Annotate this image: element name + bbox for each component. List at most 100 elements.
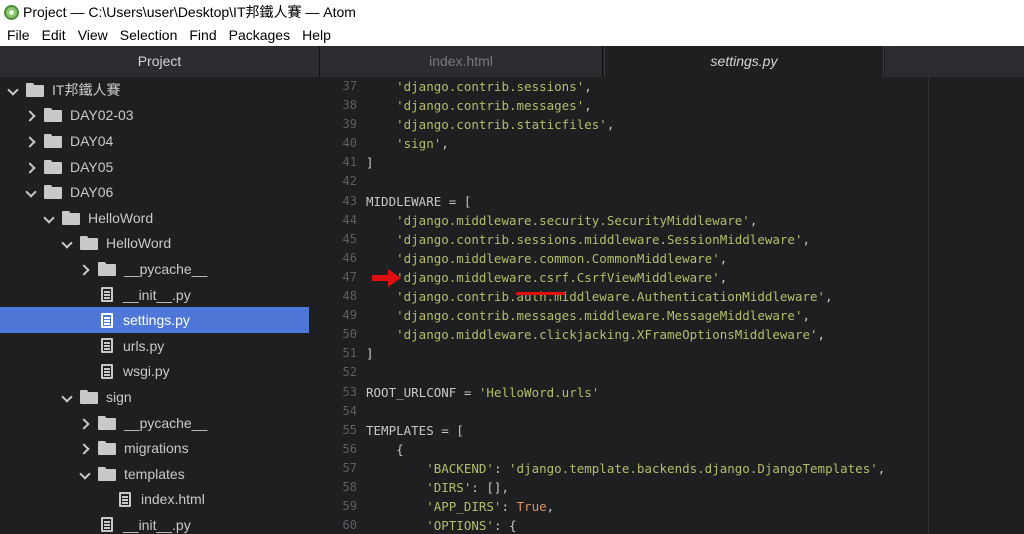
folder-icon [44, 185, 62, 200]
code-line[interactable]: ] [366, 153, 885, 172]
code-line[interactable]: 'django.middleware.clickjacking.XFrameOp… [366, 325, 885, 344]
string-token: 'sign' [366, 136, 442, 152]
chevron-down-icon[interactable] [80, 469, 90, 479]
atom-app-icon [4, 4, 19, 20]
tree-folder-item[interactable]: migrations [0, 435, 320, 461]
plain-token: { [366, 441, 404, 457]
code-line[interactable]: ROOT_URLCONF = 'HelloWord.urls' [366, 383, 885, 402]
chevron-right-icon[interactable] [80, 418, 90, 428]
chevron-down-icon[interactable] [62, 238, 72, 248]
tree-folder-item[interactable]: HelloWord [0, 205, 320, 231]
tree-folder-item[interactable]: DAY04 [0, 128, 320, 154]
code-line[interactable]: 'django.middleware.security.SecurityMidd… [366, 211, 885, 230]
tree-folder-item[interactable]: HelloWord [0, 231, 320, 257]
menu-edit[interactable]: Edit [36, 24, 72, 46]
code-line[interactable]: 'django.contrib.sessions.middleware.Sess… [366, 230, 885, 249]
tree-folder-item[interactable]: IT邦鐵人賽 [0, 77, 320, 103]
code-line[interactable]: 'django.contrib.messages', [366, 96, 885, 115]
code-content[interactable]: 'django.contrib.sessions', 'django.contr… [366, 77, 885, 534]
menu-find[interactable]: Find [183, 24, 222, 46]
chevron-down-icon[interactable] [44, 213, 54, 223]
tree-item-label: HelloWord [106, 235, 172, 252]
chevron-right-icon[interactable] [80, 443, 90, 453]
code-line[interactable]: TEMPLATES = [ [366, 421, 885, 440]
code-line[interactable]: 'BACKEND': 'django.template.backends.dja… [366, 459, 885, 478]
line-number: 49 [342, 308, 357, 323]
folder-icon [44, 133, 62, 148]
tree-file-item[interactable]: __init__.py [0, 282, 320, 308]
tree-folder-item[interactable]: DAY06 [0, 179, 320, 205]
folder-icon [98, 261, 116, 276]
code-line[interactable] [366, 172, 885, 191]
tree-item-label: HelloWord [88, 209, 154, 226]
code-line[interactable]: 'django.contrib.staticfiles', [366, 115, 885, 134]
tree-folder-item[interactable]: DAY05 [0, 154, 320, 180]
menu-help[interactable]: Help [296, 24, 337, 46]
line-number: 43 [342, 193, 357, 208]
string-token: 'DIRS' [366, 479, 472, 495]
tree-file-item[interactable]: wsgi.py [0, 359, 320, 385]
file-text-icon [101, 312, 113, 328]
code-line[interactable]: ] [366, 344, 885, 363]
menu-packages[interactable]: Packages [223, 24, 296, 46]
chevron-down-icon[interactable] [8, 85, 18, 95]
tree-item-label: DAY02-03 [70, 107, 134, 124]
line-number: 51 [342, 346, 357, 361]
line-number: 37 [342, 79, 357, 93]
tree-view-panel: Project IT邦鐵人賽 DAY02-03 DAY04 DAY05 DAY06 Hel… [0, 46, 320, 534]
folder-icon [44, 159, 62, 174]
tree-file-item[interactable]: index.html [0, 487, 320, 513]
code-line[interactable] [366, 402, 885, 421]
plain-token: : [], [471, 479, 509, 495]
tree-item-label: index.html [141, 491, 205, 508]
code-editor[interactable]: 37 38 39 40 41 42 43 44 45 46 47 48 49 50 51 52 53 54 55 56… [320, 77, 1024, 534]
chevron-right-icon[interactable] [26, 162, 36, 172]
code-line[interactable]: 'DIRS': [], [366, 478, 885, 497]
code-line[interactable]: 'django.contrib.sessions', [366, 77, 885, 96]
project-panel-header[interactable]: Project [0, 46, 320, 77]
code-line[interactable]: 'sign', [366, 134, 885, 153]
tree-file-item[interactable]: __init__.py [0, 512, 320, 534]
code-line[interactable]: 'django.contrib.auth.middleware.Authenti… [366, 287, 885, 306]
plain-token: , [441, 136, 449, 152]
tree-folder-item[interactable]: templates [0, 461, 320, 487]
tab-settings-py[interactable]: settings.py [604, 46, 884, 77]
line-number: 50 [342, 327, 357, 342]
line-number-gutter: 37 38 39 40 41 42 43 44 45 46 47 48 49 50 51 52 53 54 55 56… [320, 77, 357, 534]
tree-folder-item[interactable]: __pycache__ [0, 410, 320, 436]
tab-index-html[interactable]: index.html [320, 46, 603, 77]
code-line[interactable]: 'django.middleware.csrf.CsrfViewMiddlewa… [366, 268, 885, 287]
plain-token: , [584, 79, 592, 94]
string-token: 'django.contrib.messages' [366, 98, 585, 114]
plain-token: MIDDLEWARE = [ [366, 193, 472, 209]
tree-file-item[interactable]: urls.py [0, 333, 320, 359]
folder-icon [26, 82, 44, 97]
chevron-down-icon[interactable] [62, 392, 72, 402]
menu-file[interactable]: File [0, 24, 36, 46]
code-line[interactable]: 'django.contrib.messages.middleware.Mess… [366, 306, 885, 325]
code-line[interactable] [366, 363, 885, 382]
constant-token: True [516, 499, 547, 515]
chevron-right-icon[interactable] [80, 264, 90, 274]
menu-view[interactable]: View [72, 24, 114, 46]
tree-folder-item[interactable]: __pycache__ [0, 256, 320, 282]
chevron-right-icon[interactable] [26, 110, 36, 120]
menu-selection[interactable]: Selection [114, 24, 184, 46]
code-line[interactable]: 'django.middleware.common.CommonMiddlewa… [366, 249, 885, 268]
code-line[interactable]: { [366, 440, 885, 459]
plain-token: ] [366, 155, 374, 171]
tree-folder-item[interactable]: DAY02-03 [0, 103, 320, 129]
plain-token: : { [493, 518, 517, 534]
tree-file-item[interactable]: settings.py [0, 307, 309, 333]
plain-token: , [584, 98, 592, 114]
chevron-right-icon[interactable] [26, 136, 36, 146]
tree-folder-item[interactable]: sign [0, 384, 320, 410]
code-line[interactable]: 'OPTIONS': { [366, 516, 885, 534]
chevron-down-icon[interactable] [26, 187, 36, 197]
code-line[interactable]: 'APP_DIRS': True, [366, 497, 885, 516]
code-line[interactable]: MIDDLEWARE = [ [366, 192, 885, 211]
folder-icon [62, 210, 80, 225]
string-token: 'OPTIONS' [366, 518, 494, 534]
project-tree: IT邦鐵人賽 DAY02-03 DAY04 DAY05 DAY06 HelloWord He… [0, 77, 320, 534]
tree-item-label: __init__.py [123, 516, 191, 533]
